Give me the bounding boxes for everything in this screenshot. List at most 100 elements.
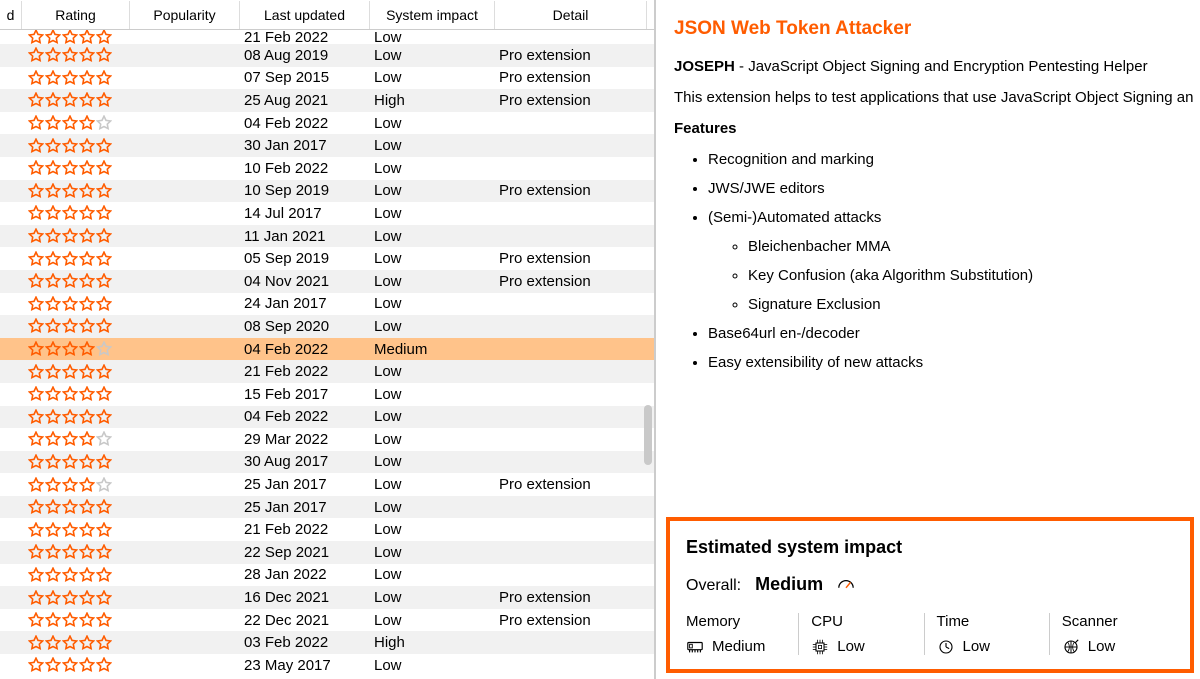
star-icon	[45, 635, 61, 651]
impact-title: Estimated system impact	[686, 537, 1174, 558]
cell-rating	[22, 296, 130, 312]
features-heading: Features	[674, 120, 1200, 137]
table-row[interactable]: 25 Aug 2021HighPro extension	[0, 89, 654, 112]
scrollbar-thumb[interactable]	[644, 405, 652, 465]
cell-updated: 14 Jul 2017	[240, 205, 370, 222]
table-row[interactable]: 23 May 2017Low	[0, 654, 654, 677]
star-icon	[79, 251, 95, 267]
table-row[interactable]: 14 Jul 2017Low	[0, 202, 654, 225]
extension-acronym: JOSEPH	[674, 58, 735, 75]
star-icon	[28, 70, 44, 86]
star-icon	[45, 386, 61, 402]
table-row[interactable]: 04 Feb 2022Low	[0, 406, 654, 429]
table-row[interactable]: 04 Nov 2021LowPro extension	[0, 270, 654, 293]
table-row[interactable]: 21 Feb 2022Low	[0, 30, 654, 44]
table-row[interactable]: 15 Feb 2017Low	[0, 383, 654, 406]
table-row[interactable]: 04 Feb 2022Low	[0, 112, 654, 135]
table-row[interactable]: 21 Feb 2022Low	[0, 360, 654, 383]
star-icon	[28, 499, 44, 515]
table-row[interactable]: 10 Feb 2022Low	[0, 157, 654, 180]
cell-updated: 16 Dec 2021	[240, 589, 370, 606]
table-row[interactable]: 08 Sep 2020Low	[0, 315, 654, 338]
star-icon	[79, 92, 95, 108]
star-icon	[62, 160, 78, 176]
table-row[interactable]: 24 Jan 2017Low	[0, 293, 654, 316]
star-rating	[28, 30, 112, 45]
table-row[interactable]: 08 Aug 2019LowPro extension	[0, 44, 654, 67]
star-icon	[79, 160, 95, 176]
star-icon	[62, 205, 78, 221]
star-rating	[28, 296, 112, 312]
star-icon	[62, 138, 78, 154]
table-row[interactable]: 05 Sep 2019LowPro extension	[0, 247, 654, 270]
cell-updated: 25 Jan 2017	[240, 476, 370, 493]
star-icon	[96, 160, 112, 176]
col-header-popularity[interactable]: Popularity	[130, 1, 240, 29]
col-header-impact[interactable]: System impact	[370, 1, 495, 29]
cell-impact: Medium	[370, 341, 495, 358]
star-icon	[45, 160, 61, 176]
impact-col-value: Low	[963, 638, 991, 655]
star-icon	[45, 115, 61, 131]
table-row[interactable]: 04 Feb 2022Medium	[0, 338, 654, 361]
star-rating	[28, 454, 112, 470]
table-row[interactable]: 30 Aug 2017Low	[0, 451, 654, 474]
col-header-detail[interactable]: Detail	[495, 1, 647, 29]
col-header-rating[interactable]: Rating	[22, 1, 130, 29]
star-icon	[96, 635, 112, 651]
table-row[interactable]: 07 Sep 2015LowPro extension	[0, 67, 654, 90]
extension-description: This extension helps to test application…	[674, 89, 1200, 106]
table-row[interactable]: 28 Jan 2022Low	[0, 564, 654, 587]
star-icon	[28, 454, 44, 470]
star-icon	[96, 273, 112, 289]
col-header-d[interactable]: d	[0, 1, 22, 29]
star-icon	[79, 635, 95, 651]
star-icon	[79, 205, 95, 221]
star-rating	[28, 409, 112, 425]
star-icon	[62, 70, 78, 86]
cell-rating	[22, 657, 130, 673]
star-icon	[45, 612, 61, 628]
star-rating	[28, 567, 112, 583]
star-icon	[62, 657, 78, 673]
table-row[interactable]: 25 Jan 2017LowPro extension	[0, 473, 654, 496]
cell-rating	[22, 273, 130, 289]
star-icon	[96, 341, 112, 357]
star-icon	[62, 386, 78, 402]
impact-col-scanner: ScannerLow	[1049, 613, 1174, 655]
star-icon	[79, 273, 95, 289]
table-row[interactable]: 16 Dec 2021LowPro extension	[0, 586, 654, 609]
col-header-updated[interactable]: Last updated	[240, 1, 370, 29]
star-icon	[45, 341, 61, 357]
cell-rating	[22, 228, 130, 244]
cell-detail: Pro extension	[495, 182, 647, 199]
cell-rating	[22, 92, 130, 108]
star-icon	[45, 522, 61, 538]
table-row[interactable]: 30 Jan 2017Low	[0, 134, 654, 157]
table-row[interactable]: 10 Sep 2019LowPro extension	[0, 180, 654, 203]
table-row[interactable]: 11 Jan 2021Low	[0, 225, 654, 248]
table-row[interactable]: 03 Feb 2022High	[0, 631, 654, 654]
star-icon	[62, 567, 78, 583]
star-icon	[45, 477, 61, 493]
table-row[interactable]: 25 Jan 2017Low	[0, 496, 654, 519]
star-icon	[62, 431, 78, 447]
star-icon	[96, 47, 112, 63]
star-icon	[96, 364, 112, 380]
star-icon	[45, 431, 61, 447]
table-row[interactable]: 29 Mar 2022Low	[0, 428, 654, 451]
star-icon	[79, 522, 95, 538]
impact-col-value: Low	[1088, 638, 1116, 655]
star-icon	[28, 544, 44, 560]
star-icon	[45, 251, 61, 267]
star-icon	[79, 364, 95, 380]
table-row[interactable]: 22 Sep 2021Low	[0, 541, 654, 564]
table-row[interactable]: 22 Dec 2021LowPro extension	[0, 609, 654, 632]
star-icon	[96, 251, 112, 267]
cell-updated: 04 Feb 2022	[240, 341, 370, 358]
cell-updated: 24 Jan 2017	[240, 295, 370, 312]
table-row[interactable]: 21 Feb 2022Low	[0, 518, 654, 541]
attack-sublist: Bleichenbacher MMA Key Confusion (aka Al…	[708, 238, 1200, 313]
star-rating	[28, 251, 112, 267]
star-icon	[62, 477, 78, 493]
